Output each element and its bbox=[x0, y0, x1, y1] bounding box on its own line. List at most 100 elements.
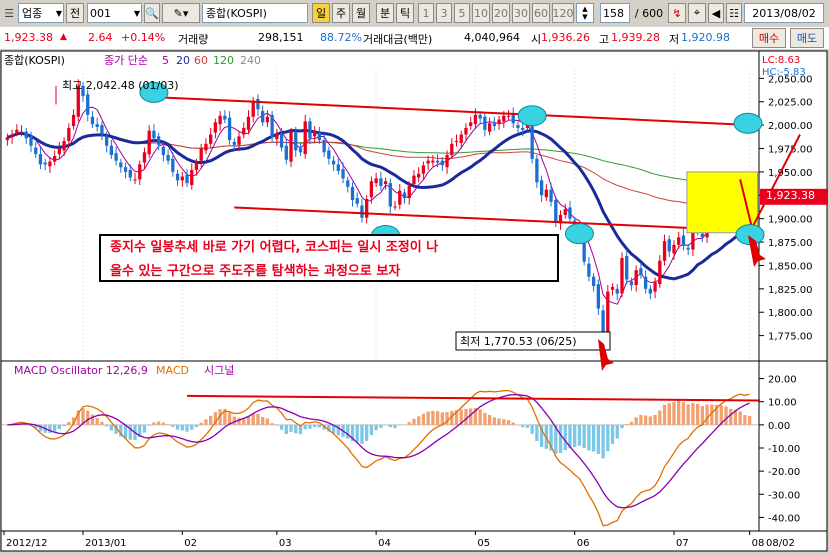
prev-period-icon[interactable]: ◀ bbox=[708, 3, 724, 23]
sell-button[interactable]: 매도 bbox=[790, 28, 824, 48]
search-icon[interactable]: 🔍 bbox=[144, 3, 160, 23]
period-day-button[interactable]: 일 bbox=[312, 3, 330, 23]
minute-30-button[interactable]: 30 bbox=[512, 3, 530, 23]
macd-osc-bar bbox=[398, 425, 401, 426]
macd-osc-bar bbox=[724, 406, 727, 424]
macd-osc-bar bbox=[275, 425, 278, 426]
legend-ma60: 60 bbox=[194, 54, 208, 67]
count-input[interactable]: 158 bbox=[600, 3, 630, 23]
macd-osc-bar bbox=[152, 422, 155, 424]
candle-down bbox=[687, 248, 690, 250]
candle-up bbox=[507, 116, 510, 117]
candle-up bbox=[672, 245, 675, 253]
macd-osc-bar bbox=[630, 422, 633, 425]
minute-120-button[interactable]: 120 bbox=[552, 3, 574, 23]
high-label: 고 bbox=[599, 31, 609, 47]
stock-select-icon[interactable]: ✎▾ bbox=[162, 3, 200, 23]
candle-down bbox=[185, 175, 188, 183]
macd-osc-bar bbox=[653, 415, 656, 425]
date-field[interactable]: 2013/08/02 bbox=[744, 3, 824, 23]
macd-osc-bar bbox=[464, 409, 467, 425]
macd-osc-bar bbox=[96, 418, 99, 425]
period-week-button[interactable]: 주 bbox=[332, 3, 350, 23]
minute-10-button[interactable]: 10 bbox=[472, 3, 490, 23]
candle-up bbox=[384, 181, 387, 184]
legend-macd-osc: MACD Oscillator 12,26,9 bbox=[14, 364, 148, 377]
volume: 298,151 bbox=[258, 31, 304, 44]
macd-osc-bar bbox=[256, 414, 259, 425]
candle-up bbox=[252, 101, 255, 117]
chart-settings-icon[interactable]: ↯ bbox=[668, 3, 686, 23]
macd-osc-bar bbox=[157, 421, 160, 424]
candle-up bbox=[488, 123, 491, 131]
menu-icon[interactable]: ☰ bbox=[2, 3, 16, 23]
code-input[interactable]: 001 ▼ bbox=[87, 3, 142, 23]
candle-down bbox=[616, 289, 619, 294]
macd-osc-bar bbox=[512, 422, 515, 424]
minute-5-button[interactable]: 5 bbox=[454, 3, 470, 23]
candle-up bbox=[204, 144, 207, 151]
legend-ma20: 20 bbox=[176, 54, 190, 67]
candle-up bbox=[374, 178, 377, 183]
buy-button[interactable]: 매수 bbox=[752, 28, 786, 48]
last-price-label: 1,923.38 bbox=[766, 189, 815, 202]
candle-up bbox=[247, 117, 250, 130]
macd-osc-bar bbox=[67, 422, 70, 425]
period-minute-button[interactable]: 분 bbox=[376, 3, 394, 23]
candle-up bbox=[72, 115, 75, 126]
minute-20-button[interactable]: 20 bbox=[492, 3, 510, 23]
macd-osc-bar bbox=[190, 425, 193, 430]
candle-down bbox=[129, 170, 132, 177]
candle-down bbox=[639, 268, 642, 275]
macd-osc-bar bbox=[743, 415, 746, 425]
candle-down bbox=[44, 163, 47, 165]
macd-osc-bar bbox=[91, 415, 94, 425]
price: 1,923.38 bbox=[4, 31, 53, 44]
minute-1-button[interactable]: 1 bbox=[418, 3, 434, 23]
minute-3-button[interactable]: 3 bbox=[436, 3, 452, 23]
candle-down bbox=[540, 180, 543, 195]
highlight-ellipse bbox=[734, 113, 762, 133]
macd-osc-bar bbox=[658, 411, 661, 425]
calendar-icon[interactable]: ☷ bbox=[726, 3, 742, 23]
macd-osc-bar bbox=[389, 425, 392, 427]
candle-up bbox=[138, 164, 141, 179]
candle-up bbox=[469, 122, 472, 126]
candle-up bbox=[460, 134, 463, 142]
market-select[interactable]: 업종 ▼ bbox=[18, 3, 64, 23]
candle-down bbox=[34, 148, 37, 155]
candle-up bbox=[237, 136, 240, 144]
candle-down bbox=[39, 154, 42, 164]
macd-osc-bar bbox=[564, 425, 567, 450]
comment-line-1: 종지수 일봉추세 바로 가기 어렵다, 코스피는 일시 조정이 나 bbox=[110, 239, 438, 255]
chart-area[interactable]: 1,775.001,800.001,825.001,850.001,875.00… bbox=[0, 49, 829, 552]
candle-up bbox=[417, 174, 420, 178]
period-month-button[interactable]: 월 bbox=[352, 3, 370, 23]
minute-60-button[interactable]: 60 bbox=[532, 3, 550, 23]
price-axis-label: 1,800.00 bbox=[768, 308, 813, 319]
minute-custom-input[interactable]: ▲▼ bbox=[576, 3, 594, 23]
candle-down bbox=[592, 277, 595, 286]
candle-up bbox=[53, 156, 56, 162]
candle-down bbox=[114, 153, 117, 160]
candle-down bbox=[110, 146, 113, 155]
candle-down bbox=[124, 167, 127, 172]
macd-osc-bar bbox=[497, 418, 500, 424]
quote-bar: 1,923.38 ▲ 2.64 +0.14% 거래량 298,151 88.72… bbox=[0, 27, 829, 50]
candle-up bbox=[412, 176, 415, 184]
macd-osc-bar bbox=[639, 415, 642, 425]
prev-button[interactable]: 전 bbox=[66, 3, 84, 23]
candle-up bbox=[393, 207, 396, 208]
candle-up bbox=[464, 128, 467, 135]
macd-osc-bar bbox=[356, 425, 359, 442]
period-tick-button[interactable]: 틱 bbox=[396, 3, 414, 23]
comment-line-2: 올수 있는 구간으로 주도주를 탐색하는 과정으로 보자 bbox=[110, 263, 400, 279]
zoom-icon[interactable]: ⌖ bbox=[688, 3, 706, 23]
macd-osc-bar bbox=[483, 413, 486, 425]
candle-down bbox=[436, 161, 439, 163]
code-value: 001 bbox=[90, 7, 111, 20]
macd-osc-bar bbox=[266, 418, 269, 424]
macd-osc-bar bbox=[313, 425, 316, 427]
macd-osc-bar bbox=[176, 425, 179, 430]
index-name-field[interactable]: 종합(KOSPI) bbox=[202, 3, 308, 23]
